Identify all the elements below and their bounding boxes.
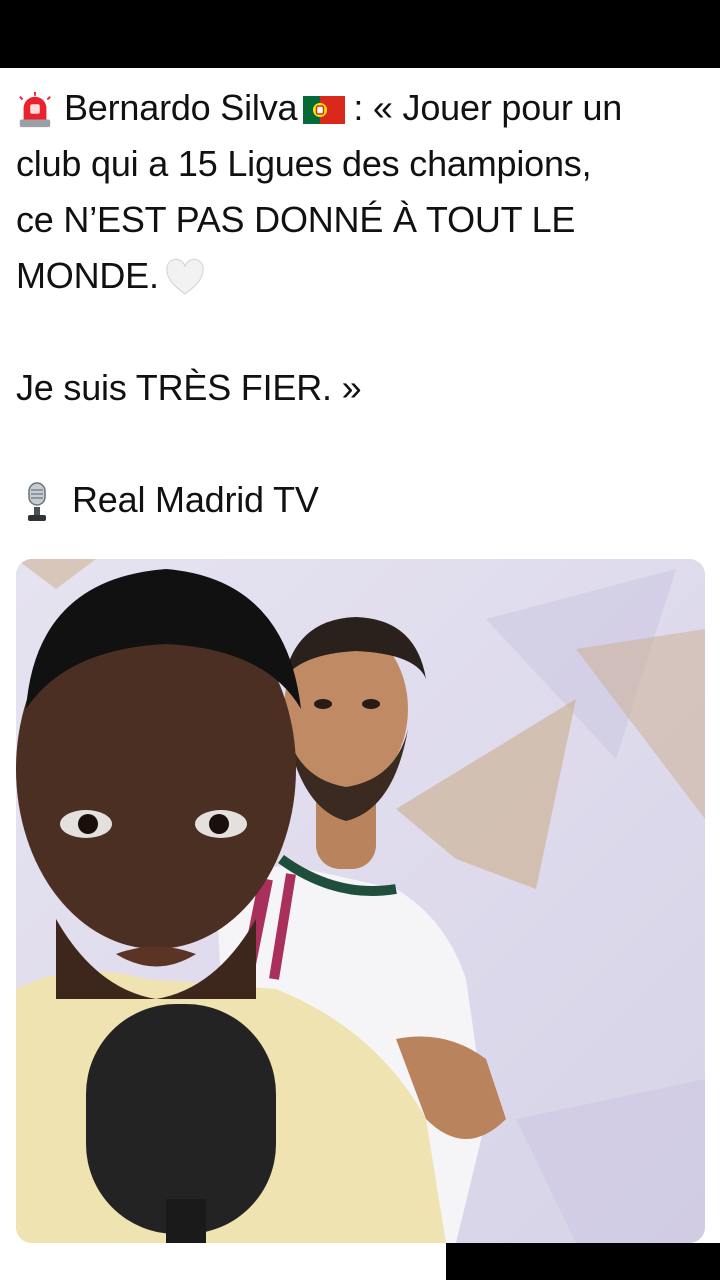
microphone-icon [28, 482, 46, 522]
post-line-4-text: MONDE. [16, 255, 159, 296]
post-line-4: MONDE. [16, 248, 706, 304]
white-heart-icon [166, 259, 204, 296]
bottom-black-bar [446, 1243, 720, 1280]
post-source-line: Real Madrid TV [16, 472, 706, 528]
post-line-1: Bernardo Silva : « Jouer pour un [16, 80, 706, 136]
portugal-flag-icon [303, 96, 346, 125]
post-author-name: Bernardo Silva [64, 87, 298, 128]
post-image[interactable] [16, 559, 705, 1243]
post-line-5: Je suis TRÈS FIER. » [16, 367, 362, 408]
post-text: Bernardo Silva : « Jouer pour un club qu… [16, 80, 706, 528]
top-black-bar [0, 0, 720, 68]
police-light-icon [19, 92, 51, 128]
post-quote-start: : « Jouer pour un [353, 87, 623, 128]
foreground-microphone [86, 1004, 276, 1243]
player-photo-illustration [16, 559, 705, 1243]
post-line-3: ce N’EST PAS DONNÉ À TOUT LE [16, 199, 576, 240]
post-source: Real Madrid TV [72, 479, 319, 520]
post-line-2: club qui a 15 Ligues des champions, [16, 143, 592, 184]
